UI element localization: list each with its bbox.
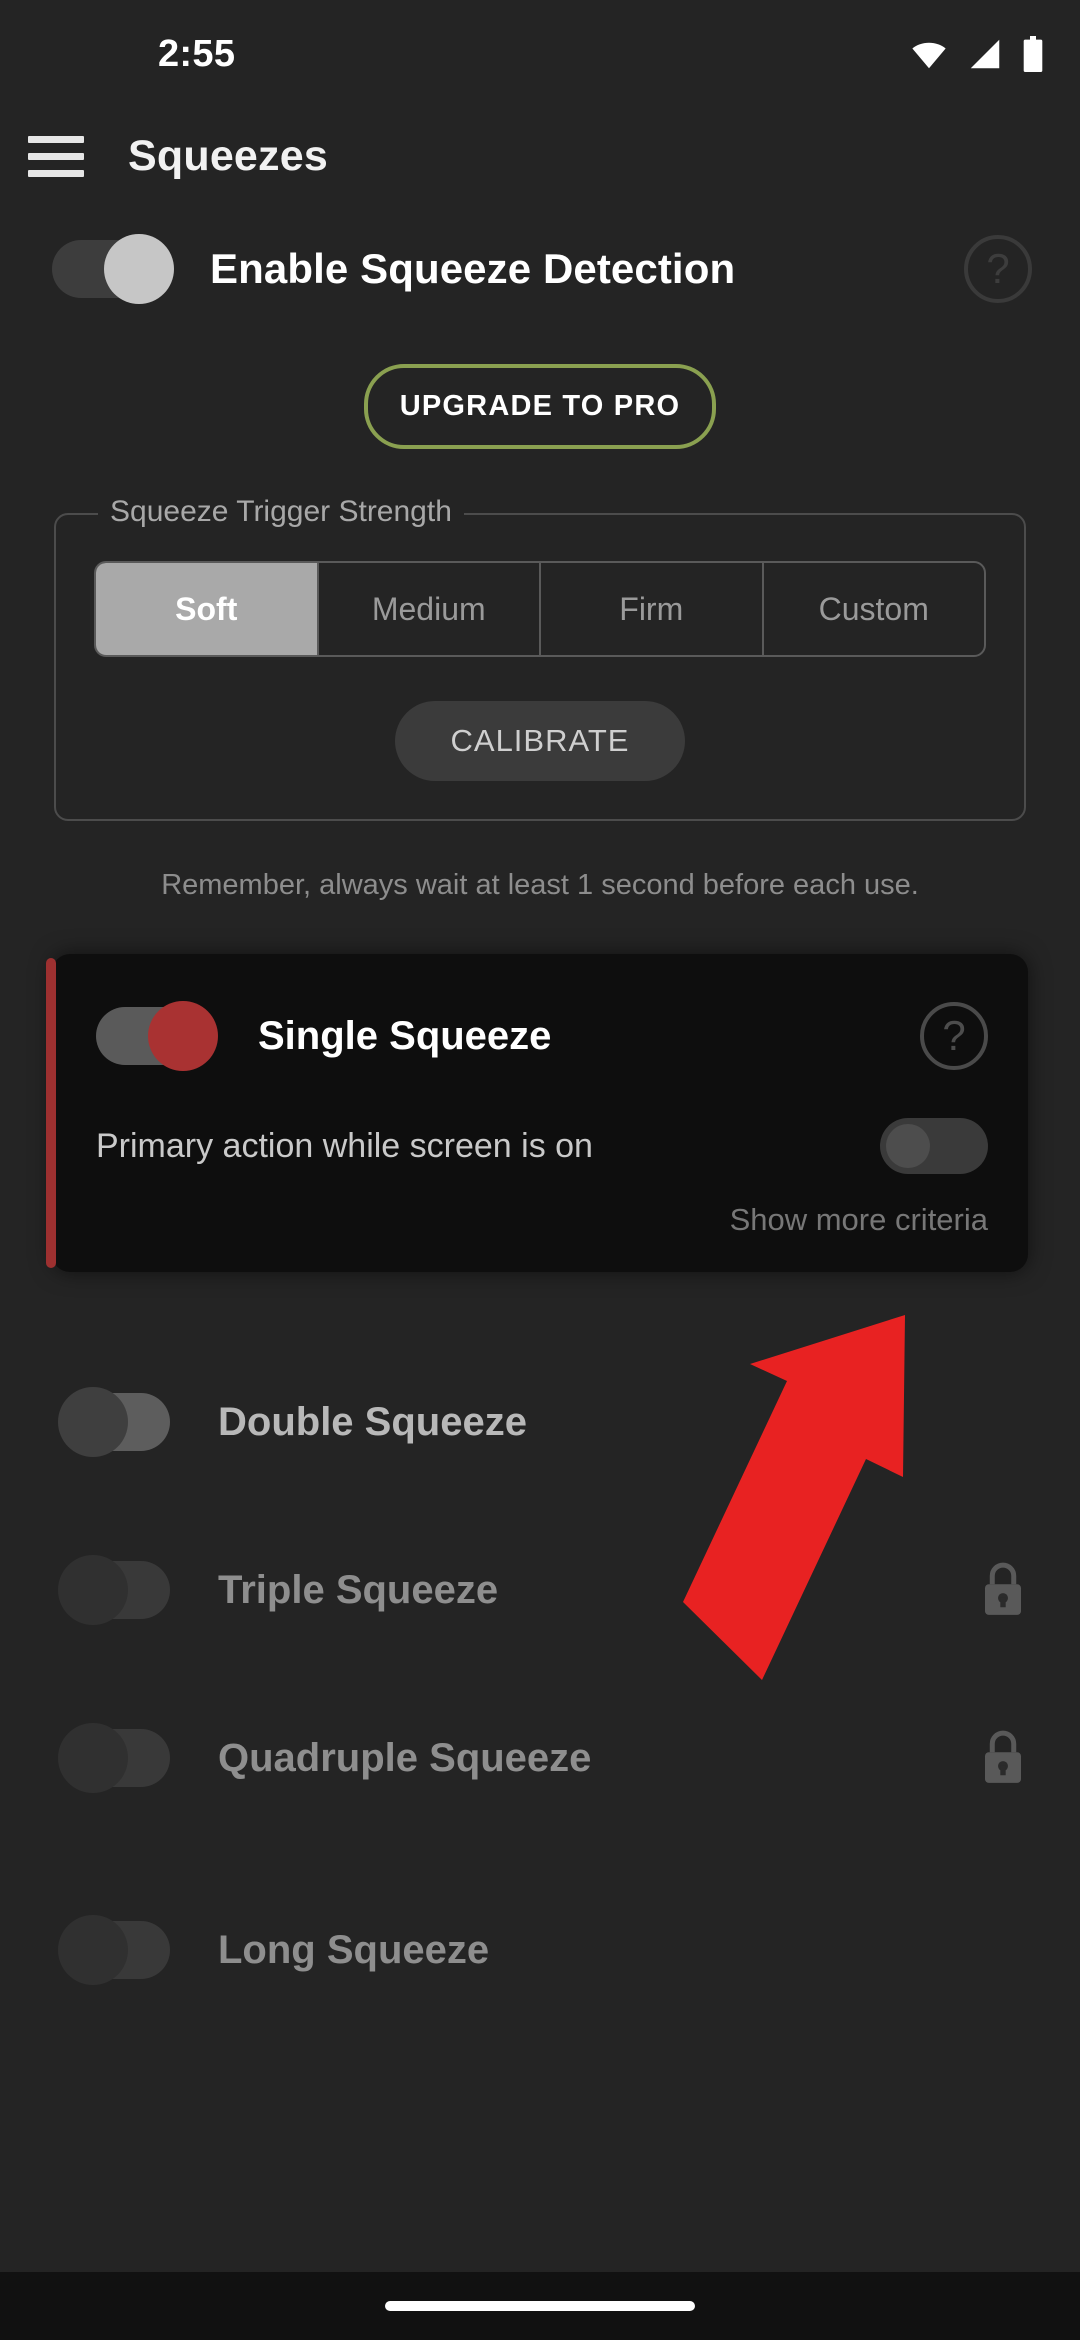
help-circle-icon[interactable]: ? — [920, 1002, 988, 1070]
hamburger-bar — [28, 152, 84, 160]
long-squeeze-label: Long Squeeze — [218, 1927, 490, 1972]
segment-custom[interactable]: Custom — [764, 563, 985, 655]
toggle-knob — [104, 234, 174, 304]
enable-squeeze-detection-label: Enable Squeeze Detection — [210, 245, 736, 292]
single-squeeze-toggle[interactable] — [96, 1001, 218, 1071]
status-clock: 2:55 — [158, 33, 236, 75]
lock-icon — [984, 1730, 1022, 1783]
segment-soft[interactable]: Soft — [96, 563, 319, 655]
quadruple-squeeze-toggle[interactable] — [58, 1723, 180, 1793]
gesture-home-pill[interactable] — [385, 2301, 695, 2311]
enable-squeeze-detection-row[interactable]: Enable Squeeze Detection ? — [0, 204, 1080, 334]
double-squeeze-row[interactable]: Double Squeeze — [0, 1372, 1080, 1472]
triple-squeeze-toggle[interactable] — [58, 1555, 180, 1625]
page-title: Squeezes — [128, 131, 328, 180]
segment-firm[interactable]: Firm — [541, 563, 764, 655]
primary-action-row[interactable]: Primary action while screen is on — [96, 1118, 988, 1174]
help-circle-icon[interactable]: ? — [964, 235, 1032, 303]
double-squeeze-toggle[interactable] — [58, 1387, 180, 1457]
cell-signal-icon — [970, 39, 1000, 69]
status-icons — [910, 35, 1044, 73]
quadruple-squeeze-label: Quadruple Squeeze — [218, 1735, 592, 1780]
calibrate-button-wrap: CALIBRATE — [88, 701, 992, 781]
primary-action-toggle[interactable] — [880, 1118, 988, 1174]
wifi-icon — [912, 42, 946, 69]
hamburger-menu-icon[interactable] — [28, 135, 120, 177]
upgrade-to-pro-button[interactable]: UPGRADE TO PRO — [364, 364, 716, 449]
battery-icon — [1023, 36, 1043, 72]
long-squeeze-toggle[interactable] — [58, 1915, 180, 1985]
hamburger-bar — [28, 135, 84, 143]
lock-icon — [984, 1562, 1022, 1615]
status-bar: 2:55 — [0, 0, 1080, 108]
gesture-nav-bar — [0, 2272, 1080, 2340]
double-squeeze-label: Double Squeeze — [218, 1399, 527, 1444]
single-squeeze-label: Single Squeeze — [258, 1013, 552, 1058]
toggle-knob — [886, 1124, 930, 1168]
primary-action-label: Primary action while screen is on — [96, 1126, 593, 1165]
toggle-knob — [58, 1387, 128, 1457]
app-bar: Squeezes — [0, 108, 1080, 204]
hamburger-bar — [28, 169, 84, 177]
triple-squeeze-label: Triple Squeeze — [218, 1567, 499, 1612]
toggle-knob — [58, 1555, 128, 1625]
enable-squeeze-detection-toggle[interactable] — [52, 234, 174, 304]
trigger-strength-legend: Squeeze Trigger Strength — [98, 495, 464, 529]
single-squeeze-header: Single Squeeze ? — [96, 988, 988, 1084]
segment-medium[interactable]: Medium — [319, 563, 541, 655]
upgrade-button-wrap: UPGRADE TO PRO — [0, 364, 1080, 449]
squeeze-trigger-strength-group: Squeeze Trigger Strength Soft Medium Fir… — [54, 495, 1026, 821]
show-more-criteria-link[interactable]: Show more criteria — [96, 1202, 988, 1238]
toggle-knob — [148, 1001, 218, 1071]
toggle-knob — [58, 1915, 128, 1985]
single-squeeze-card[interactable]: Single Squeeze ? Primary action while sc… — [46, 954, 1028, 1272]
triple-squeeze-row[interactable]: Triple Squeeze — [0, 1540, 1080, 1640]
toggle-knob — [58, 1723, 128, 1793]
phone-screen: 2:55 Squeezes Enable Squeeze Detection ?… — [0, 0, 1080, 2340]
trigger-strength-segmented-control[interactable]: Soft Medium Firm Custom — [94, 561, 986, 657]
long-squeeze-row[interactable]: Long Squeeze — [0, 1900, 1080, 2000]
quadruple-squeeze-row[interactable]: Quadruple Squeeze — [0, 1708, 1080, 1808]
main-content: Enable Squeeze Detection ? UPGRADE TO PR… — [0, 204, 1080, 2000]
calibrate-button[interactable]: CALIBRATE — [394, 701, 686, 781]
wait-hint-text: Remember, always wait at least 1 second … — [161, 869, 919, 901]
